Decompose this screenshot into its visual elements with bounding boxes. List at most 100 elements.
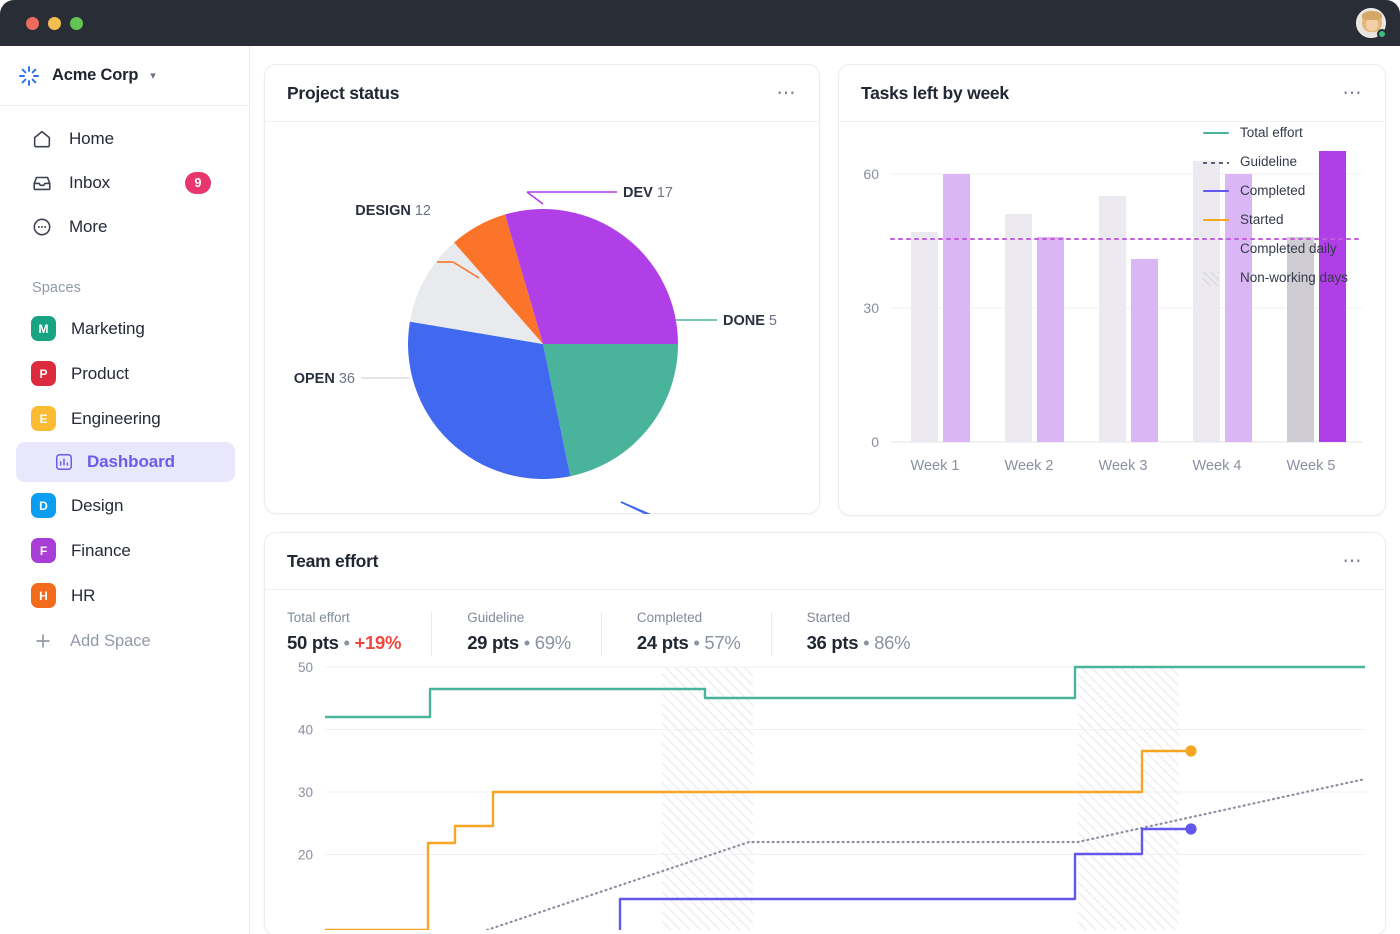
space-item-finance[interactable]: F Finance (0, 528, 249, 573)
close-window-button[interactable] (26, 17, 39, 30)
nav-item-home[interactable]: Home (0, 117, 249, 161)
nav-item-more[interactable]: More (0, 205, 249, 249)
stat-guideline: Guideline 29 pts • 69% (431, 610, 601, 654)
space-avatar: E (31, 406, 56, 431)
team-effort-card: Team effort ⋯ Total effort 50 pts • +19%… (264, 532, 1386, 934)
more-circle-icon (31, 216, 53, 238)
svg-text:30: 30 (863, 300, 879, 316)
spaces-section-title: Spaces (0, 280, 249, 296)
nav-item-inbox[interactable]: Inbox 9 (0, 161, 249, 205)
stat-points: 24 pts (637, 632, 689, 653)
sidebar-item-dashboard[interactable]: Dashboard (16, 442, 235, 482)
space-label: Product (71, 364, 129, 384)
stat-delta: 86% (874, 632, 910, 653)
stat-label: Completed (637, 610, 741, 625)
sidebar: Acme Corp ▾ Home Inbox 9 (0, 46, 250, 934)
svg-text:0: 0 (871, 434, 879, 450)
inbox-icon (31, 172, 53, 194)
stat-label: Started (807, 610, 911, 625)
svg-text:50: 50 (298, 660, 313, 675)
legend-label: Started (1240, 212, 1284, 227)
space-item-design[interactable]: D Design (0, 483, 249, 528)
stat-label: Total effort (287, 610, 401, 625)
app-window: Acme Corp ▾ Home Inbox 9 (0, 0, 1400, 934)
minimize-window-button[interactable] (48, 17, 61, 30)
primary-nav: Home Inbox 9 More (0, 106, 249, 249)
spark-logo-icon (17, 64, 41, 88)
space-label: Engineering (71, 409, 161, 429)
legend-label: Guideline (1240, 154, 1297, 169)
stat-separator: • (344, 632, 350, 653)
svg-text:IN PROGRESS 5: IN PROGRESS 5 (727, 513, 821, 514)
legend-label: Completed daily (1240, 241, 1337, 256)
space-item-product[interactable]: P Product (0, 351, 249, 396)
space-item-marketing[interactable]: M Marketing (0, 306, 249, 351)
stat-delta: +19% (355, 632, 402, 653)
nav-label: More (69, 217, 107, 237)
card-header: Project status ⋯ (265, 65, 819, 122)
space-label: Marketing (71, 319, 145, 339)
burndown-chart: 50 40 30 20 (265, 654, 1385, 930)
stat-value: 24 pts • 57% (637, 632, 741, 654)
legend-label: Completed (1240, 183, 1305, 198)
user-avatar-button[interactable] (1356, 8, 1386, 38)
burndown-legend: Total effort Guideline Completed Started (1203, 118, 1378, 292)
svg-text:Week 1: Week 1 (911, 458, 960, 474)
more-options-icon[interactable]: ⋯ (1343, 552, 1364, 571)
more-options-icon[interactable]: ⋯ (1343, 84, 1364, 103)
legend-item-guideline[interactable]: Guideline (1203, 147, 1378, 176)
nav-label: Home (69, 129, 114, 149)
plus-icon (32, 630, 54, 652)
stat-value: 36 pts • 86% (807, 632, 911, 654)
sidebar-item-label: Dashboard (87, 452, 175, 472)
svg-text:OPEN 36: OPEN 36 (294, 371, 355, 387)
project-status-card: Project status ⋯ (264, 64, 820, 514)
stat-delta: 69% (535, 632, 571, 653)
stat-delta: 57% (704, 632, 740, 653)
legend-line-icon (1203, 127, 1229, 139)
svg-text:DONE 5: DONE 5 (723, 313, 777, 329)
card-header: Tasks left by week ⋯ (839, 65, 1385, 122)
bar-chart-icon (54, 452, 74, 472)
svg-text:40: 40 (298, 723, 313, 738)
legend-item-started[interactable]: Started (1203, 205, 1378, 234)
stat-separator: • (863, 632, 869, 653)
legend-item-completed-daily[interactable]: Completed daily (1203, 234, 1378, 263)
more-options-icon[interactable]: ⋯ (777, 84, 798, 103)
legend-hatch-icon (1203, 272, 1229, 284)
home-icon (31, 128, 53, 150)
nav-label: Inbox (69, 173, 110, 193)
card-header: Team effort ⋯ (265, 533, 1385, 590)
stat-points: 50 pts (287, 632, 339, 653)
legend-label: Total effort (1240, 125, 1303, 140)
stat-value: 50 pts • +19% (287, 632, 401, 654)
svg-text:60: 60 (863, 166, 879, 182)
zoom-window-button[interactable] (70, 17, 83, 30)
legend-line-icon (1203, 214, 1229, 226)
space-avatar: P (31, 361, 56, 386)
workspace-switcher[interactable]: Acme Corp ▾ (0, 46, 249, 106)
card-title: Tasks left by week (861, 83, 1009, 104)
stat-separator: • (693, 632, 699, 653)
main-content: Project status ⋯ (250, 46, 1400, 934)
space-avatar: M (31, 316, 56, 341)
card-title: Team effort (287, 551, 378, 572)
svg-text:Week 5: Week 5 (1287, 458, 1336, 474)
legend-swatch-icon (1203, 243, 1229, 255)
legend-item-completed[interactable]: Completed (1203, 176, 1378, 205)
legend-line-icon (1203, 185, 1229, 197)
svg-text:DEV 17: DEV 17 (623, 185, 673, 201)
svg-text:Week 3: Week 3 (1099, 458, 1148, 474)
legend-item-non-working-days[interactable]: Non-working days (1203, 263, 1378, 292)
space-avatar: F (31, 538, 56, 563)
card-title: Project status (287, 83, 399, 104)
svg-text:30: 30 (298, 785, 313, 800)
add-space-button[interactable]: Add Space (0, 618, 249, 664)
stat-started: Started 36 pts • 86% (771, 610, 941, 654)
space-item-engineering[interactable]: E Engineering (0, 396, 249, 441)
stat-value: 29 pts • 69% (467, 632, 571, 654)
legend-item-total-effort[interactable]: Total effort (1203, 118, 1378, 147)
legend-dashed-line-icon (1203, 156, 1229, 168)
space-item-hr[interactable]: H HR (0, 573, 249, 618)
stat-total-effort: Total effort 50 pts • +19% (287, 610, 431, 654)
